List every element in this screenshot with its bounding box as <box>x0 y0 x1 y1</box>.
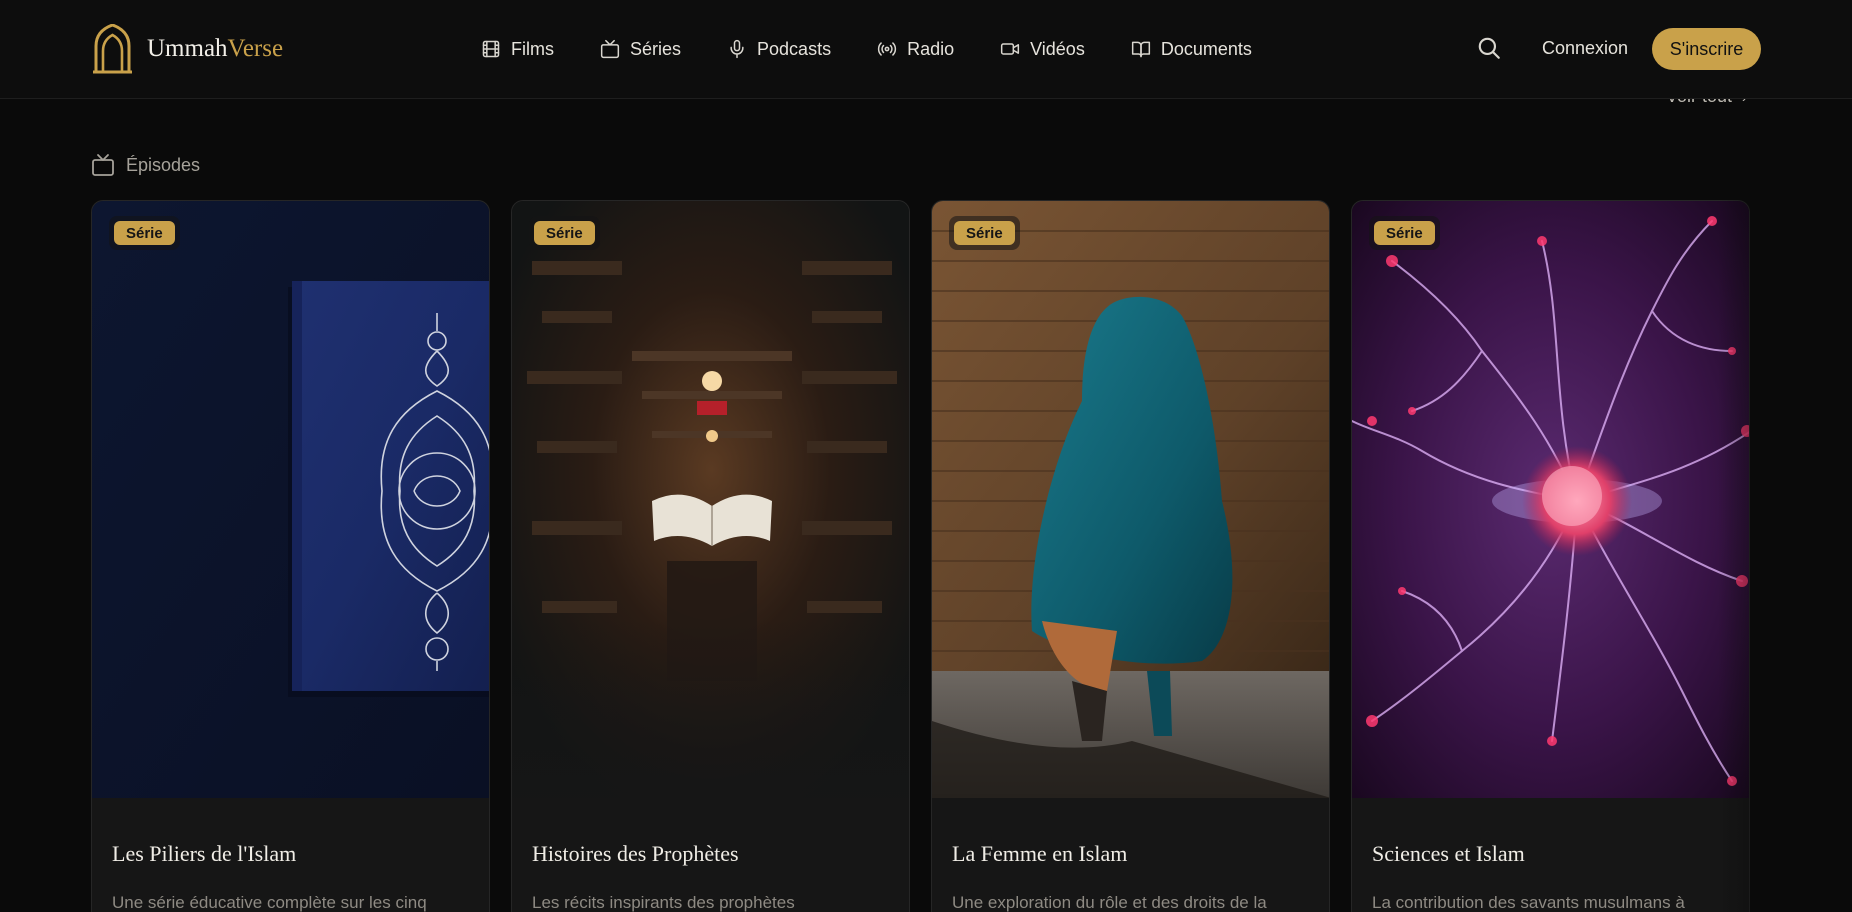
series-card[interactable]: Série Histoires des Prophètes Les récits… <box>511 200 910 912</box>
series-card[interactable]: Série La Femme en Islam Une exploration … <box>931 200 1330 912</box>
card-description: Les récits inspirants des prophètes <box>532 893 795 912</box>
series-badge: Série <box>529 216 600 250</box>
card-title: Les Piliers de l'Islam <box>112 841 297 866</box>
card-title: Histoires des Prophètes <box>532 841 739 866</box>
series-badge-label: Série <box>954 221 1015 245</box>
library-book-image <box>512 201 909 798</box>
brand-logo[interactable]: UmmahVerse <box>90 24 283 74</box>
section-title: Épisodes <box>126 154 201 175</box>
card-thumbnail <box>512 201 909 798</box>
plasma-ball-image <box>1352 201 1749 798</box>
nav-item-documents[interactable]: Documents <box>1131 30 1252 68</box>
woman-in-veil-image <box>932 201 1329 798</box>
login-link[interactable]: Connexion <box>1542 38 1628 59</box>
card-description: Une exploration du rôle et des droits de… <box>952 893 1267 912</box>
top-navigation-bar: UmmahVerse Films Séries Podcasts Radio V… <box>0 0 1852 99</box>
brand-name-part2: Verse <box>227 35 284 62</box>
nav-item-label: Films <box>511 38 554 59</box>
film-icon <box>482 40 500 58</box>
series-card[interactable]: Série Sciences et Islam La contribution … <box>1351 200 1750 912</box>
series-badge-label: Série <box>114 221 175 245</box>
section-header: Épisodes <box>91 153 200 177</box>
main-nav: Films Séries Podcasts Radio Vidéos Docum… <box>481 30 1252 68</box>
card-thumbnail <box>932 201 1329 798</box>
card-title: Sciences et Islam <box>1372 841 1525 866</box>
card-thumbnail <box>1352 201 1749 798</box>
signup-button[interactable]: S'inscrire <box>1652 28 1761 70</box>
series-badge-label: Série <box>534 221 595 245</box>
card-description: La contribution des savants musulmans à <box>1372 893 1685 912</box>
mosque-arch-logo-icon <box>93 24 132 74</box>
nav-item-label: Documents <box>1160 38 1252 59</box>
search-icon <box>1478 37 1500 59</box>
nav-item-label: Vidéos <box>1030 38 1085 59</box>
microphone-icon <box>730 39 744 59</box>
radio-icon <box>877 42 897 56</box>
nav-item-series[interactable]: Séries <box>600 30 681 68</box>
card-title: La Femme en Islam <box>952 841 1128 866</box>
series-badge-label: Série <box>1374 221 1435 245</box>
brand-name: UmmahVerse <box>147 35 283 63</box>
nav-item-label: Podcasts <box>757 38 832 59</box>
book-icon <box>1131 41 1150 58</box>
nav-item-videos[interactable]: Vidéos <box>1000 30 1085 68</box>
card-description: Une série éducative complète sur les cin… <box>112 893 427 912</box>
series-card[interactable]: Série Les Piliers de l'Islam Une série é… <box>91 200 490 912</box>
quran-cover-image <box>92 201 489 798</box>
card-thumbnail <box>92 201 489 798</box>
brand-name-part1: Ummah <box>147 35 228 62</box>
nav-item-label: Séries <box>630 38 682 59</box>
series-badge: Série <box>1369 216 1440 250</box>
nav-item-label: Radio <box>907 38 955 59</box>
nav-item-films[interactable]: Films <box>481 30 554 68</box>
nav-item-podcasts[interactable]: Podcasts <box>727 30 831 68</box>
video-icon <box>1001 43 1020 55</box>
series-badge: Série <box>109 216 180 250</box>
tv-icon <box>600 39 620 59</box>
tv-icon <box>92 154 114 176</box>
nav-item-radio[interactable]: Radio <box>877 30 954 68</box>
search-button[interactable] <box>1476 35 1504 63</box>
series-badge: Série <box>949 216 1020 250</box>
